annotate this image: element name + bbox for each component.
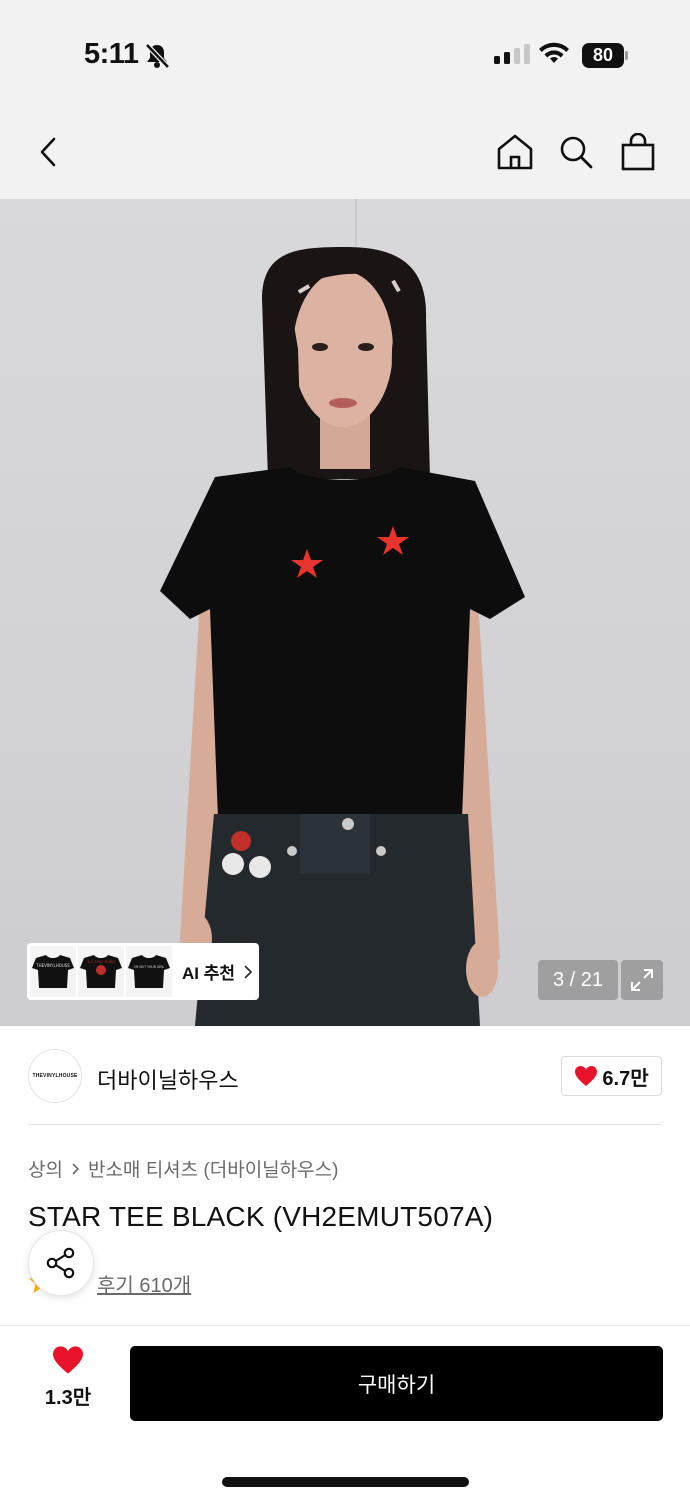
chevron-left-icon bbox=[40, 137, 56, 167]
review-link[interactable]: 후기 610개 bbox=[97, 1269, 191, 1298]
ai-thumb-text: A.C.T NO. MORE bbox=[87, 960, 114, 964]
breadcrumb-item-category[interactable]: 상의 bbox=[28, 1155, 63, 1182]
chevron-right-icon bbox=[72, 1162, 80, 1175]
share-icon bbox=[46, 1247, 75, 1279]
ai-thumb-text: THEVINYLHOUSE bbox=[35, 963, 70, 968]
divider bbox=[28, 1124, 662, 1125]
ai-recommend-label: AI 추천 bbox=[182, 964, 236, 983]
breadcrumb: 상의 반소매 티셔츠 (더바이닐하우스) bbox=[28, 1155, 338, 1182]
product-image[interactable] bbox=[0, 199, 690, 1026]
wishlist-count: 1.3만 bbox=[44, 1387, 92, 1409]
brand-name[interactable]: 더바이닐하우스 bbox=[97, 1063, 239, 1095]
share-button[interactable] bbox=[28, 1230, 94, 1296]
brand-like-button[interactable]: 6.7만 bbox=[561, 1056, 662, 1096]
model-photo bbox=[160, 199, 525, 1026]
search-button[interactable] bbox=[556, 130, 596, 174]
cellular-signal-icon bbox=[494, 44, 530, 64]
ai-thumb-text: I'M NOT YOUR GIRL bbox=[134, 965, 165, 969]
breadcrumb-item-subcategory[interactable]: 반소매 티셔츠 (더바이닐하우스) bbox=[88, 1155, 338, 1182]
expand-icon bbox=[631, 969, 653, 991]
status-bar: 5:11 80 bbox=[0, 0, 690, 110]
app-header bbox=[0, 110, 690, 199]
product-title: STAR TEE BLACK (VH2EMUT507A) bbox=[28, 1201, 494, 1232]
wifi-icon bbox=[539, 42, 569, 63]
battery-level: 80 bbox=[582, 43, 624, 68]
bell-off-icon bbox=[145, 43, 170, 69]
heart-icon bbox=[53, 1346, 83, 1374]
back-button[interactable] bbox=[28, 130, 68, 174]
ai-thumb-2: A.C.T NO. MORE bbox=[78, 946, 124, 997]
buy-button[interactable]: 구매하기 bbox=[130, 1346, 663, 1421]
image-counter: 3 / 21 bbox=[538, 960, 618, 1000]
shopping-bag-icon bbox=[621, 133, 655, 171]
home-button[interactable] bbox=[495, 130, 535, 174]
status-time: 5:11 bbox=[84, 38, 139, 70]
ai-recommend-button[interactable]: THEVINYLHOUSE A.C.T NO. MORE I'M NOT YOU… bbox=[27, 943, 259, 1000]
brand-row[interactable]: THEVINYLHOUSE 더바이닐하우스 6.7만 bbox=[0, 1027, 690, 1125]
battery-icon: 80 bbox=[582, 43, 628, 68]
brand-like-count: 6.7만 bbox=[602, 1067, 649, 1090]
chevron-right-icon bbox=[244, 964, 253, 979]
ai-thumb-3: I'M NOT YOUR GIRL bbox=[126, 946, 172, 997]
expand-button[interactable] bbox=[621, 960, 663, 1000]
home-icon bbox=[497, 134, 533, 170]
ai-thumb-1: THEVINYLHOUSE bbox=[30, 946, 76, 997]
cart-button[interactable] bbox=[618, 130, 658, 174]
home-indicator bbox=[222, 1477, 469, 1487]
heart-icon bbox=[575, 1066, 598, 1086]
wishlist-button[interactable]: 1.3만 bbox=[30, 1345, 106, 1421]
search-icon bbox=[560, 136, 593, 169]
brand-logo[interactable]: THEVINYLHOUSE bbox=[28, 1049, 82, 1103]
